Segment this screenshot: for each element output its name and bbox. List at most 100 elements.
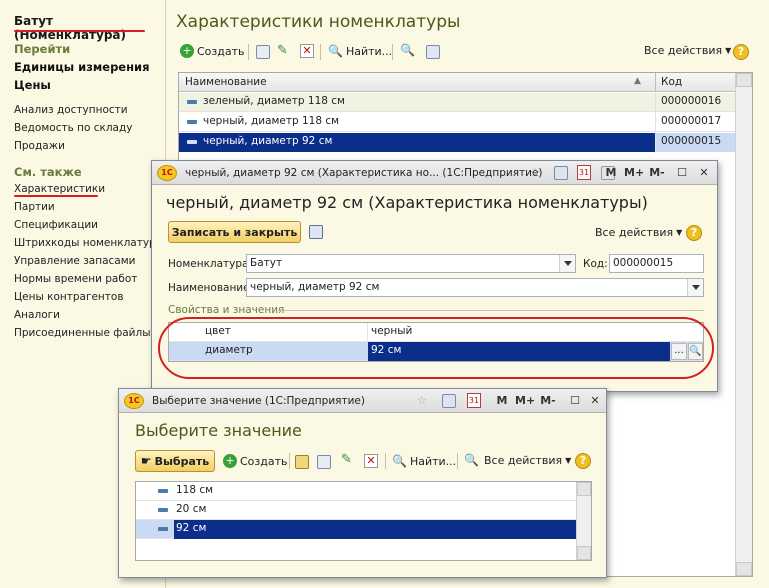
column-code-header[interactable]: Код	[661, 76, 682, 88]
report-sales[interactable]: Продажи	[14, 140, 65, 152]
scroll-up-button[interactable]	[736, 73, 752, 87]
memory-minus-button[interactable]: M-	[539, 394, 557, 408]
create-button[interactable]: + Создать	[180, 44, 245, 58]
list-item[interactable]: 118 см	[136, 482, 576, 501]
dropdown-button[interactable]	[559, 255, 575, 272]
item-icon	[187, 120, 197, 124]
item-icon	[158, 489, 168, 493]
memory-m-button[interactable]: M	[604, 166, 618, 180]
calendar-icon[interactable]: 31	[467, 393, 481, 408]
find-button[interactable]: 🔍 Найти...	[328, 44, 392, 58]
link-characteristics[interactable]: Характеристики	[14, 183, 105, 195]
code-value: 000000015	[613, 257, 674, 269]
memory-plus-button[interactable]: M+	[624, 166, 644, 180]
copy-icon[interactable]	[317, 455, 331, 469]
find-button[interactable]: 🔍 Найти...	[392, 454, 456, 468]
page-title: Характеристики номенклатуры	[176, 12, 461, 32]
list-item-selected[interactable]: 92 см	[136, 520, 576, 539]
save-close-button[interactable]: Записать и закрыть	[168, 221, 301, 243]
edit-icon[interactable]: ✎	[277, 43, 288, 58]
goto-prices[interactable]: Цены	[14, 78, 51, 92]
search-icon: 🔍	[392, 454, 407, 468]
favorite-star-icon[interactable]: ☆	[417, 394, 427, 407]
dialog-titlebar[interactable]: 1С Выберите значение (1С:Предприятие) ☆ …	[119, 389, 606, 413]
toolbar-separator	[385, 453, 386, 469]
link-attached-files[interactable]: Присоединенные файлы	[14, 327, 151, 339]
dropdown-button[interactable]	[687, 279, 703, 296]
edit-icon[interactable]: ✎	[341, 452, 352, 467]
maximize-icon[interactable]: ☐	[675, 166, 689, 180]
sort-icon: ▲	[634, 76, 641, 86]
all-actions-button[interactable]: Все действия ▼	[484, 454, 571, 467]
column-name-header[interactable]: Наименование	[185, 76, 267, 88]
table-scrollbar[interactable]	[735, 73, 752, 576]
link-barcodes[interactable]: Штрихкоды номенклатуры	[14, 237, 164, 249]
nomenclature-field[interactable]: Батут	[246, 254, 576, 273]
cancel-search-icon[interactable]: 🔍	[464, 453, 479, 467]
link-partner-prices[interactable]: Цены контрагентов	[14, 291, 124, 303]
delete-icon[interactable]: ✕	[300, 44, 314, 58]
dialog-all-actions-button[interactable]: Все действия ▼	[595, 226, 682, 239]
scroll-up-button[interactable]	[577, 482, 591, 496]
row-highlight	[174, 520, 576, 539]
column-divider	[655, 93, 656, 153]
all-actions-label: Все действия	[595, 226, 674, 239]
table-row[interactable]: черный, диаметр 118 см 000000017	[179, 113, 736, 132]
props-header: Свойства и значения	[168, 304, 285, 316]
list-scrollbar[interactable]	[576, 482, 591, 560]
toolbar-separator	[392, 44, 393, 60]
item-icon	[158, 508, 168, 512]
highlight-ellipse	[158, 317, 714, 379]
close-icon[interactable]: ✕	[588, 394, 602, 408]
find-label: Найти...	[345, 44, 393, 58]
plus-icon: +	[180, 44, 194, 58]
report-stock[interactable]: Ведомость по складу	[14, 122, 132, 134]
delete-icon[interactable]: ✕	[364, 454, 378, 468]
dialog-titlebar[interactable]: 1С черный, диаметр 92 см (Характеристика…	[152, 161, 717, 185]
calendar-icon[interactable]: 31	[577, 165, 591, 180]
cancel-search-icon[interactable]: 🔍	[400, 43, 415, 57]
table-row[interactable]: зеленый, диаметр 118 см 000000016	[179, 93, 736, 112]
scroll-down-button[interactable]	[577, 546, 591, 560]
code-field[interactable]: 000000015	[609, 254, 704, 273]
row-code: 000000016	[661, 95, 722, 107]
all-actions-button[interactable]: Все действия ▼	[644, 44, 731, 57]
row-name: черный, диаметр 92 см	[203, 135, 333, 147]
link-batches[interactable]: Партии	[14, 201, 55, 213]
calculator-icon[interactable]	[554, 166, 568, 180]
nomenclature-label: Номенклатура:	[168, 258, 253, 270]
scroll-down-button[interactable]	[736, 562, 752, 576]
create-button[interactable]: + Создать	[223, 454, 288, 468]
report-availability[interactable]: Анализ доступности	[14, 104, 128, 116]
table-row-selected[interactable]: черный, диаметр 92 см 000000015	[179, 133, 736, 152]
help-icon[interactable]: ?	[686, 225, 702, 241]
help-icon[interactable]: ?	[575, 453, 591, 469]
memory-m-button[interactable]: M	[495, 394, 509, 408]
list-item[interactable]: 20 см	[136, 501, 576, 520]
name-label: Наименование:	[168, 282, 254, 294]
link-work-norms[interactable]: Нормы времени работ	[14, 273, 137, 285]
goto-units[interactable]: Единицы измерения	[14, 60, 150, 74]
link-specs[interactable]: Спецификации	[14, 219, 98, 231]
column-divider	[655, 73, 656, 92]
maximize-icon[interactable]: ☐	[568, 394, 582, 408]
copy-icon[interactable]	[256, 45, 270, 59]
item-label: 92 см	[176, 522, 207, 534]
nomenclature-value: Батут	[250, 257, 283, 269]
favorite-star-icon[interactable]: ☆	[530, 166, 540, 179]
calculator-icon[interactable]	[442, 394, 456, 408]
save-icon[interactable]	[309, 225, 323, 239]
select-button[interactable]: ☛ Выбрать	[135, 450, 215, 472]
dialog-heading: черный, диаметр 92 см (Характеристика но…	[166, 193, 648, 212]
help-icon[interactable]: ?	[733, 44, 749, 60]
memory-minus-button[interactable]: M-	[648, 166, 666, 180]
list-settings-icon[interactable]	[426, 45, 440, 59]
close-icon[interactable]: ✕	[697, 166, 711, 180]
props-header-line	[278, 310, 704, 311]
link-stock-mgmt[interactable]: Управление запасами	[14, 255, 135, 267]
toolbar-separator	[320, 44, 321, 60]
create-folder-icon[interactable]	[295, 455, 309, 469]
memory-plus-button[interactable]: M+	[515, 394, 535, 408]
name-field[interactable]: черный, диаметр 92 см	[246, 278, 704, 297]
link-analogs[interactable]: Аналоги	[14, 309, 60, 321]
